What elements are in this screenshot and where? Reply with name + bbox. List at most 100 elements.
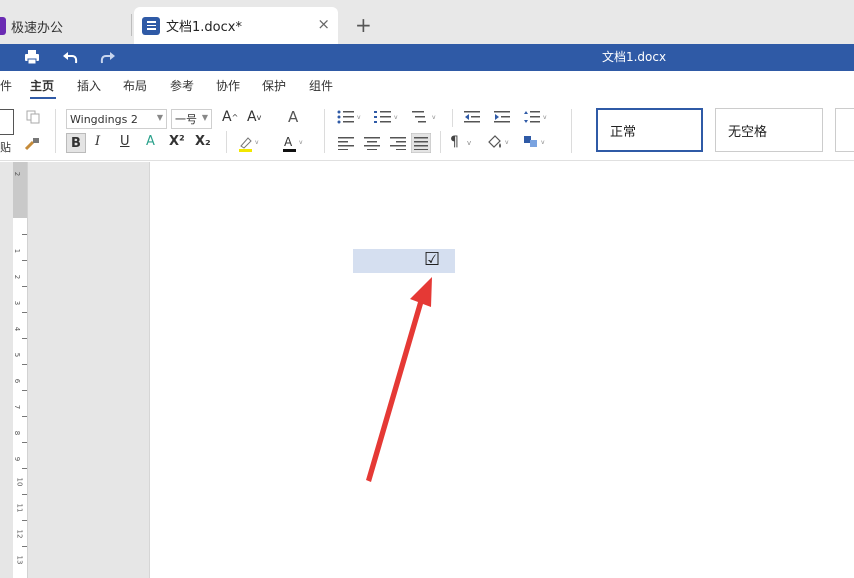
svg-text:v: v [505,139,509,146]
ruler-number: 13 [15,555,24,565]
title-bar: 文档1.docx [0,44,854,71]
decrease-indent-icon[interactable] [464,110,480,124]
italic-button[interactable]: I [95,134,100,149]
style-normal[interactable]: 正常 [596,108,703,152]
svg-text:v: v [255,139,259,146]
svg-text:v: v [394,114,398,121]
underline-button[interactable]: U [120,134,130,149]
tab-divider [131,14,132,36]
strikethrough-button[interactable]: A [146,134,155,149]
group-divider [226,131,227,153]
menu-references[interactable]: 参考 [170,77,194,94]
align-right-icon[interactable] [390,136,406,150]
ruler-margin-shade [13,162,27,218]
ruler-number: 3 [13,300,22,306]
tab-home-label: 极速办公 [11,20,64,36]
group-divider [324,109,325,153]
group-divider [440,131,441,153]
ruler-tick [22,416,27,417]
subscript-button[interactable]: X₂ [195,134,211,149]
ruler-tick [22,312,27,313]
bold-button[interactable]: B [66,133,86,153]
style-next[interactable] [835,108,854,152]
borders-icon[interactable]: v [523,135,549,149]
clear-format-icon[interactable]: A [288,108,298,126]
ruler-tick [22,494,27,495]
align-center-icon[interactable] [364,136,380,150]
menu-home[interactable]: 主页 [30,77,54,94]
increase-indent-icon[interactable] [494,110,510,124]
menu-plugins[interactable]: 组件 [309,77,333,94]
ruler-number: 1 [13,248,22,254]
line-spacing-icon[interactable]: v [524,110,550,124]
new-tab-button[interactable]: + [355,13,372,37]
menu-insert[interactable]: 插入 [77,77,101,94]
bullet-list-icon[interactable]: v [337,110,363,124]
format-painter-icon[interactable] [24,137,40,151]
font-size-value: 一号 [175,113,197,126]
show-formatting-icon[interactable]: ¶ [450,134,459,150]
checkbox-symbol[interactable]: ☑ [424,249,444,271]
ruler-number: 11 [15,503,24,513]
font-size-select[interactable]: 一号 ▼ [171,109,212,129]
svg-text:A: A [284,135,293,149]
font-name-value: Wingdings 2 [70,112,138,126]
svg-text:v: v [357,114,361,121]
ruler-number: 2 [13,171,22,177]
ruler-tick [22,468,27,469]
menu-protect[interactable]: 保护 [262,77,286,94]
superscript-button[interactable]: X² [169,134,185,149]
chevron-down-icon: ▼ [201,113,208,122]
menu-collaborate[interactable]: 协作 [216,77,240,94]
decrease-font-icon[interactable]: Av [247,109,261,125]
svg-text:v: v [541,139,545,146]
style-no-spacing[interactable]: 无空格 [715,108,823,152]
tab-document-label: 文档1.docx* [166,20,242,35]
ruler-number: 7 [13,404,22,410]
font-name-select[interactable]: Wingdings 2 ▼ [66,109,167,129]
font-color-icon[interactable]: Av [282,135,306,153]
ruler-tick [22,286,27,287]
group-divider [55,109,56,153]
ruler-number: 4 [13,326,22,332]
ribbon-toolbar: 贴 Wingdings 2 ▼ 一号 ▼ A ^ Av A B I U A X² X₂… [0,101,854,161]
svg-text:v: v [299,139,303,146]
app-logo-icon [0,17,6,35]
shading-icon[interactable]: v [486,134,512,150]
document-icon [142,16,160,35]
ruler-number: 12 [15,529,24,539]
menu-file[interactable]: 件 [0,77,12,94]
document-page[interactable] [149,162,854,578]
multilevel-list-icon[interactable]: v [412,110,440,124]
svg-text:v: v [543,114,547,121]
ruler-number: 6 [13,378,22,384]
menu-layout[interactable]: 布局 [123,77,147,94]
ruler-number: 2 [13,274,22,280]
paste-icon[interactable] [0,109,14,135]
copy-icon[interactable] [26,110,40,124]
chevron-down-icon: ▼ [156,113,163,122]
numbered-list-icon[interactable]: v [374,110,400,124]
ruler-tick [22,338,27,339]
ruler-tick [22,364,27,365]
highlight-color-icon[interactable]: v [238,135,262,153]
tab-home[interactable]: 极速办公 [0,8,63,44]
justify-icon[interactable] [411,133,431,153]
style-normal-label: 正常 [610,124,637,140]
ruler-number: 5 [13,352,22,358]
align-left-icon[interactable] [338,136,354,150]
ruler-number: 8 [13,430,22,436]
ruler-tick [22,260,27,261]
close-tab-icon[interactable]: × [317,15,330,33]
chevron-down-icon: v [467,139,472,147]
menu-bar: 件 主页 插入 布局 参考 协作 保护 组件 [0,71,854,101]
document-workspace: 2 1 2 3 4 5 6 7 8 9 10 11 12 13 [0,162,854,578]
increase-font-icon[interactable]: A ^ [222,109,238,125]
ruler-number: 10 [15,477,24,487]
vertical-ruler[interactable]: 2 1 2 3 4 5 6 7 8 9 10 11 12 13 [13,162,28,578]
tab-document[interactable]: 文档1.docx* × [134,7,338,44]
active-tab-indicator [30,97,56,99]
tab-strip: 极速办公 文档1.docx* × + [0,0,854,44]
ruler-tick [22,520,27,521]
group-divider [571,109,572,153]
